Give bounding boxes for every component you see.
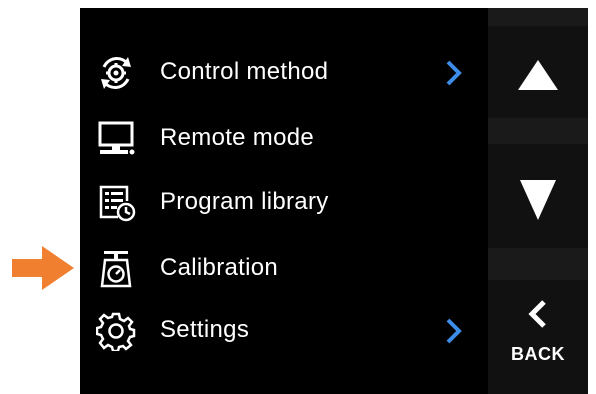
menu-item-label: Calibration (160, 254, 279, 281)
control-method-icon (101, 57, 131, 89)
triangle-up-icon (518, 60, 558, 90)
chevron-right-icon (446, 60, 462, 86)
menu-item-label: Program library (160, 188, 329, 215)
back-button[interactable]: BACK (488, 280, 588, 394)
chevron-left-icon (528, 300, 546, 328)
menu-item-label: Settings (160, 316, 250, 343)
menu-item-settings[interactable]: Settings (80, 300, 488, 362)
back-label: BACK (511, 344, 565, 364)
monitor-icon (98, 121, 135, 155)
gear-icon (96, 312, 136, 351)
program-library-icon (99, 185, 136, 222)
main-menu: Control method Remote mode Program libra… (80, 8, 488, 394)
scroll-down-button[interactable] (488, 144, 588, 248)
chevron-right-icon (446, 318, 462, 344)
menu-item-control-method[interactable]: Control method (80, 42, 488, 104)
side-button-panel: BACK (488, 8, 588, 394)
menu-item-remote-mode[interactable]: Remote mode (80, 108, 488, 170)
device-screen: Control method Remote mode Program libra… (80, 8, 588, 394)
pointer-arrow-icon (12, 246, 74, 290)
menu-item-label: Control method (160, 58, 329, 85)
triangle-down-icon (520, 180, 556, 220)
menu-item-calibration[interactable]: Calibration (80, 238, 488, 300)
menu-item-program-library[interactable]: Program library (80, 172, 488, 234)
scroll-up-button[interactable] (488, 26, 588, 118)
scale-icon (100, 251, 132, 288)
menu-item-label: Remote mode (160, 124, 315, 151)
